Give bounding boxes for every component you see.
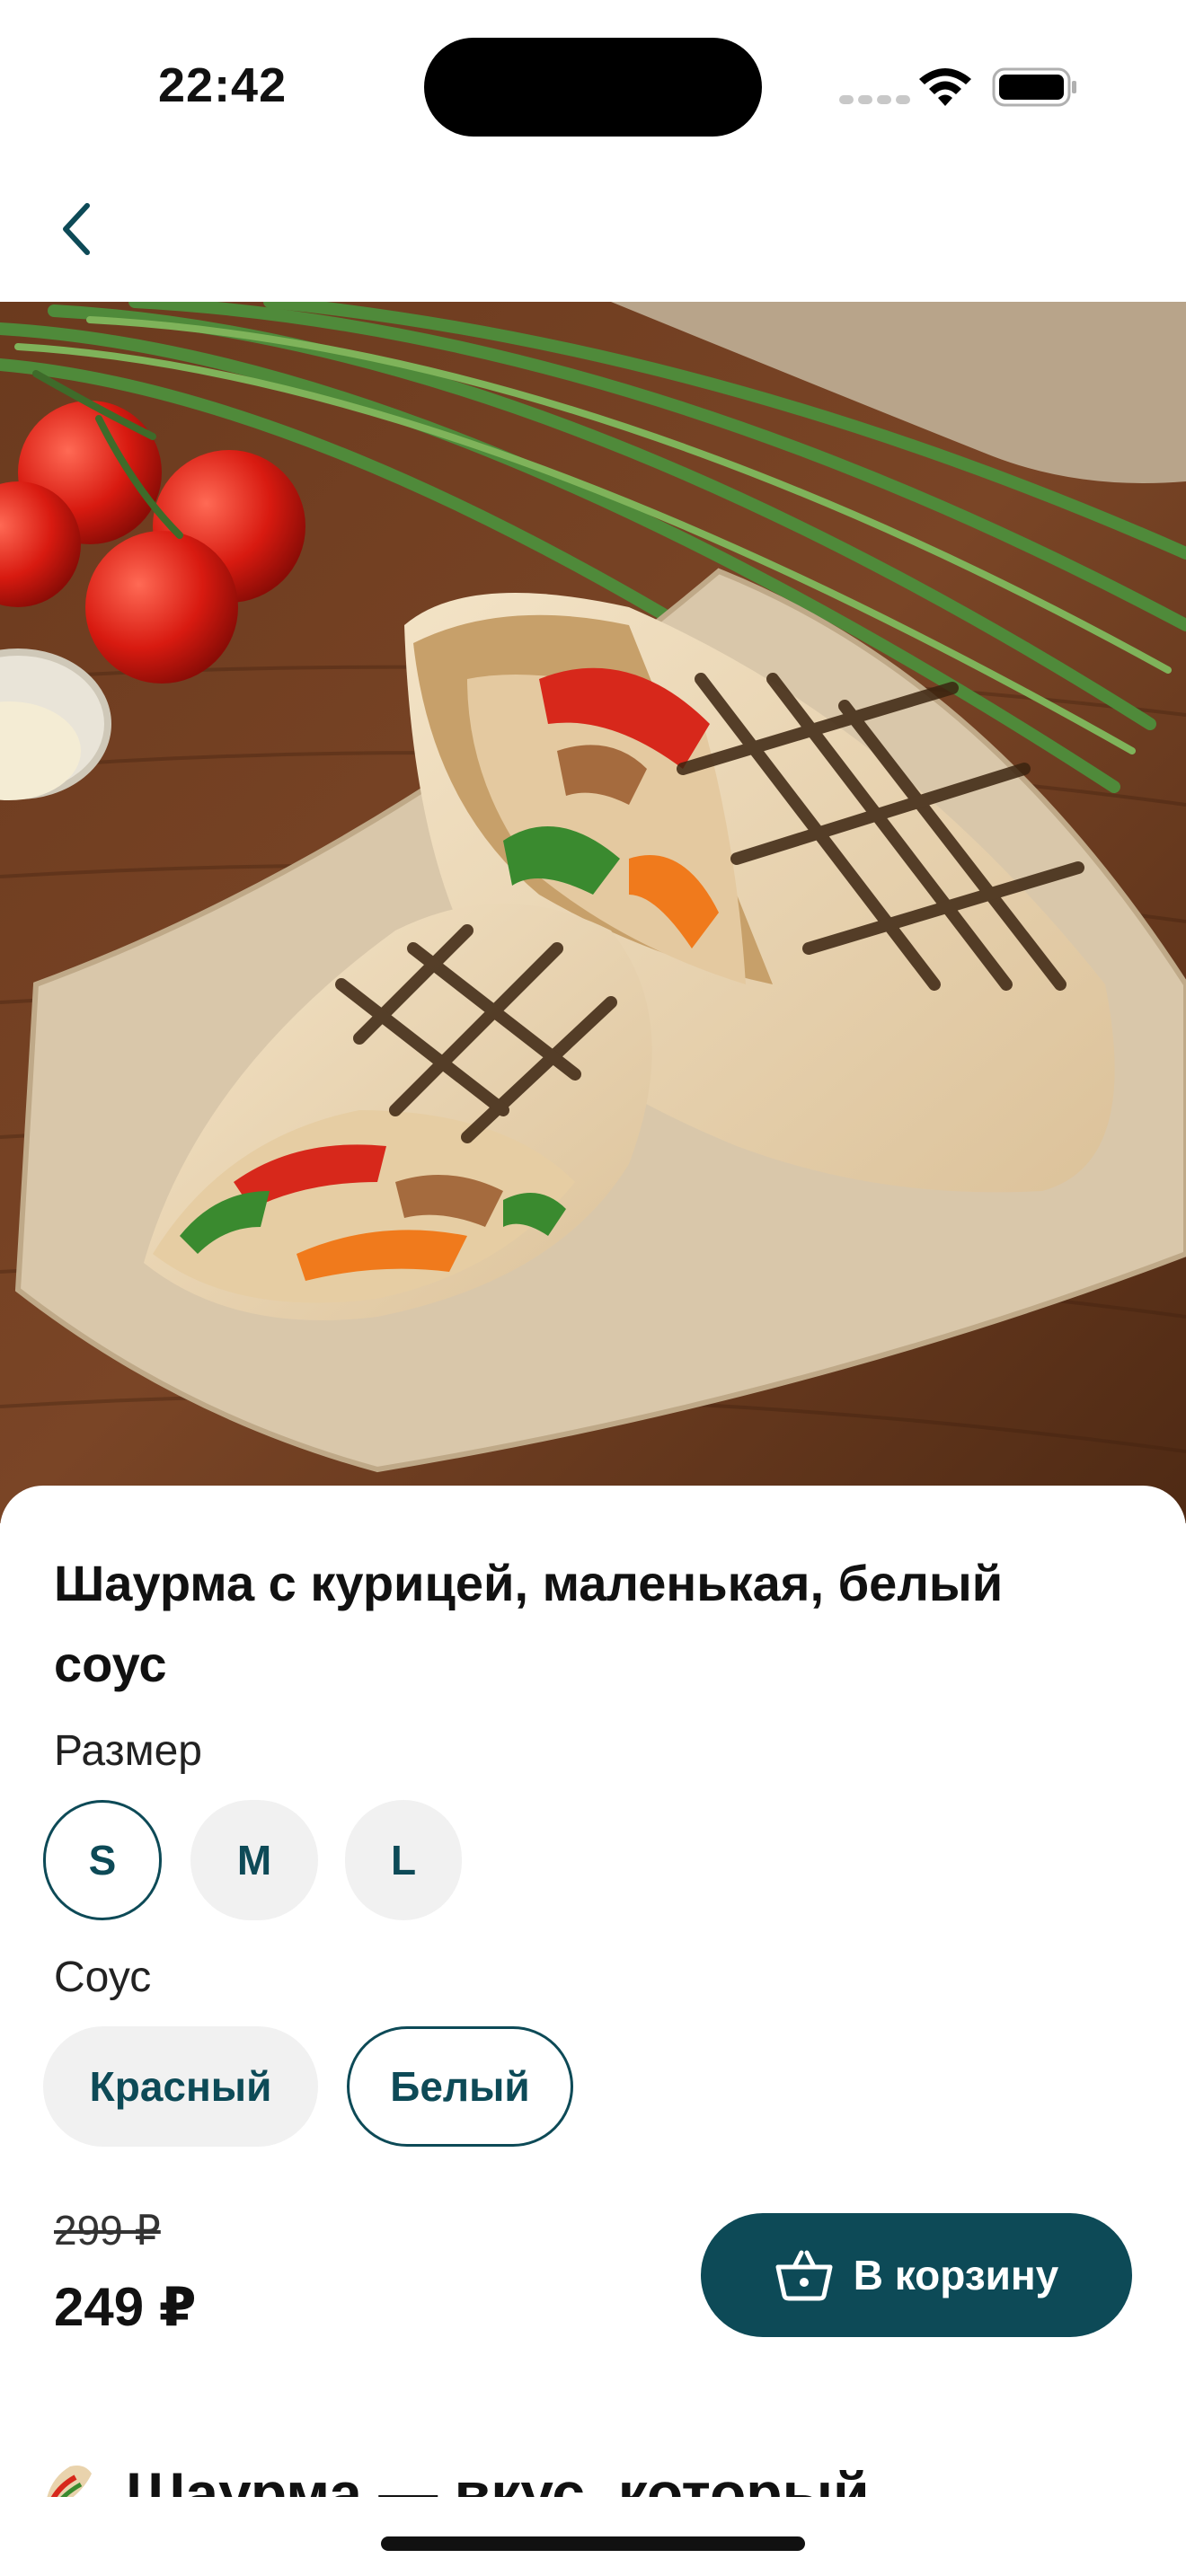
status-bar: 22:42 <box>0 0 1186 171</box>
product-title: Шаурма с курицей, маленькая, белый соус <box>54 1555 1004 1692</box>
basket-icon <box>775 2250 833 2301</box>
sauce-option-white[interactable]: Белый <box>347 2026 573 2147</box>
product-image <box>0 302 1186 1523</box>
shawarma-photo <box>0 302 1186 1523</box>
size-option-s[interactable]: S <box>43 1800 162 1920</box>
size-option-m[interactable]: M <box>190 1800 318 1920</box>
sauce-label: Соус <box>54 1954 152 2001</box>
status-time: 22:42 <box>158 58 288 112</box>
add-to-cart-button[interactable]: В корзину <box>701 2213 1132 2337</box>
description-header: Шаурма — вкус, который <box>40 2443 1154 2497</box>
description-heading: Шаурма — вкус, который <box>126 2460 870 2497</box>
size-option-l[interactable]: L <box>345 1800 462 1920</box>
dynamic-island <box>424 38 762 137</box>
add-to-cart-label: В корзину <box>853 2252 1059 2298</box>
back-button[interactable] <box>45 189 108 269</box>
sauce-option-red[interactable]: Красный <box>43 2026 318 2147</box>
shawarma-emoji-icon <box>47 2466 92 2497</box>
current-price: 249 ₽ <box>54 2277 197 2337</box>
home-indicator[interactable] <box>381 2536 805 2551</box>
size-label: Размер <box>54 1727 202 1775</box>
old-price: 299 ₽ <box>54 2207 161 2254</box>
cellular-signal-icon <box>839 95 910 104</box>
battery-icon <box>992 67 1076 107</box>
wifi-icon <box>919 68 971 106</box>
chevron-left-icon <box>63 203 90 255</box>
